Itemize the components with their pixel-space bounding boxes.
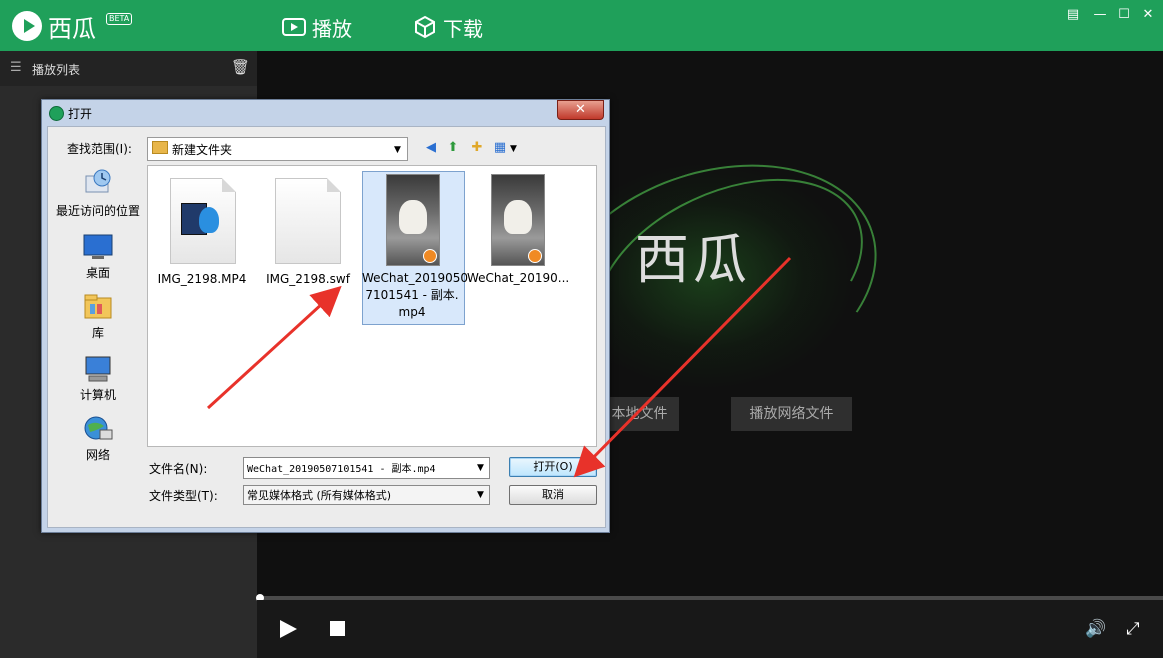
file-item[interactable]: WeChat_20190... [467,172,570,302]
file-name-line: WeChat_2019050 [362,271,469,285]
place-libraries[interactable]: 库 [52,292,144,340]
chevron-down-icon[interactable]: ▼ [477,463,484,473]
playlist-title: 播放列表 [32,63,81,77]
download-tab-icon [415,15,435,39]
file-name: IMG_2198.swf [266,272,350,286]
media-file-icon [170,178,236,264]
view-menu-icon[interactable]: ▦ [492,140,508,156]
blank-file-icon [275,178,341,264]
place-label: 库 [91,326,104,340]
play-network-file-button[interactable]: 播放网络文件 [731,397,852,431]
file-name: WeChat_20190... [467,271,570,285]
place-computer[interactable]: 计算机 [52,354,144,402]
dialog-title: 打开 [68,107,93,121]
beta-badge: BETA [106,13,133,25]
place-network[interactable]: 网络 [52,414,144,462]
chevron-down-icon[interactable]: ▼ [394,145,401,155]
place-label: 最近访问的位置 [55,204,140,218]
recent-places-icon [85,169,111,193]
file-name-line: mp4 [398,305,426,319]
maximize-icon[interactable]: ☐ [1117,8,1131,22]
title-bar [0,0,1163,51]
place-label: 网络 [85,448,110,462]
video-thumbnail [491,174,545,266]
video-thumbnail [386,174,440,266]
file-item[interactable]: IMG_2198.swf [258,172,358,302]
file-name-line: 7101541 - 副本. [365,288,459,302]
tab-play-label: 播放 [312,16,352,41]
play-network-file-label: 播放网络文件 [749,406,834,422]
thumbnail-subject [504,200,532,234]
control-bar [257,600,1163,658]
play-tab-icon [282,18,306,36]
menu-icon[interactable]: ▤ [1066,8,1080,22]
tab-play[interactable]: 播放 [282,13,352,41]
filetype-value: 常见媒体格式 (所有媒体格式) [247,489,392,502]
place-recent[interactable]: 最近访问的位置 [52,168,144,218]
open-local-file-label: 本地文件 [611,406,668,422]
open-local-file-button[interactable]: 本地文件 [600,397,679,431]
filename-label: 文件名(N): [149,462,208,476]
play-icon[interactable] [280,620,297,638]
dialog-close-button[interactable]: ✕ [557,100,604,120]
splash-brand: 西瓜 [635,228,751,291]
logo-icon [12,11,42,41]
dialog-app-icon [49,106,64,121]
cancel-button[interactable]: 取消 [509,485,597,505]
tab-download[interactable]: 下载 [413,13,483,41]
place-label: 计算机 [79,388,116,402]
place-desktop[interactable]: 桌面 [52,232,144,280]
place-label: 桌面 [85,266,110,280]
open-button[interactable]: 打开(O) [509,457,597,477]
back-icon[interactable]: ◀ [423,140,439,156]
app-name: 西瓜 [48,15,96,43]
lookin-value: 新建文件夹 [172,143,233,157]
file-name: IMG_2198.MP4 [157,272,247,286]
thumbnail-subject [399,200,427,234]
folder-icon [152,141,168,154]
computer-icon [85,356,111,382]
chevron-down-icon[interactable]: ▼ [477,490,484,500]
tab-download-label: 下载 [443,16,483,41]
volume-icon[interactable]: 🔊 [1085,619,1106,639]
close-icon[interactable]: ✕ [1141,8,1155,22]
video-badge-icon [423,249,437,263]
fullscreen-icon[interactable]: ⤢ [1126,619,1140,639]
minimize-icon[interactable]: — [1093,8,1107,22]
trash-icon[interactable]: 🗑 [231,58,250,76]
libraries-icon [84,294,112,319]
list-icon: ☰ [10,60,22,75]
desktop-icon [83,234,113,259]
chevron-down-icon[interactable]: ▼ [510,144,517,154]
video-badge-icon [528,249,542,263]
new-folder-icon[interactable]: ✚ [469,140,485,156]
network-icon [84,416,113,440]
file-item[interactable]: IMG_2198.MP4 [152,172,252,302]
lookin-label: 查找范围(I): [67,142,132,156]
filetype-label: 文件类型(T): [149,489,218,503]
stop-icon[interactable] [330,621,345,636]
file-item-selected[interactable]: WeChat_2019050 7101541 - 副本. mp4 [362,172,469,322]
up-folder-icon[interactable]: ⬆ [445,140,461,156]
filename-value: WeChat_20190507101541 - 副本.mp4 [247,464,436,475]
